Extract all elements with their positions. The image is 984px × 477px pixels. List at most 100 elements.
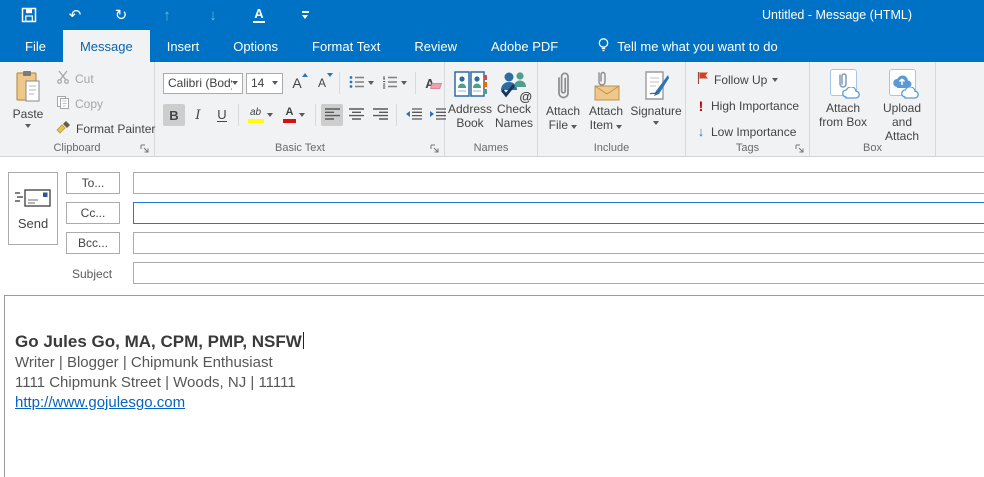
font-name-caret-icon: [232, 81, 238, 85]
bold-button[interactable]: B: [163, 104, 185, 126]
underline-button[interactable]: U: [211, 104, 233, 126]
bcc-input[interactable]: [133, 232, 984, 254]
high-importance-button[interactable]: ! High Importance: [692, 96, 803, 116]
font-color-qat-icon[interactable]: A: [248, 4, 270, 26]
cut-label: Cut: [75, 72, 94, 86]
numbering-caret-icon: [401, 81, 407, 85]
tell-me-box[interactable]: Tell me what you want to do: [597, 30, 777, 62]
attach-item-label-line2: Item: [590, 118, 613, 132]
align-center-button[interactable]: [345, 104, 367, 126]
cc-input[interactable]: [133, 202, 984, 224]
paperclip-icon: [554, 68, 572, 104]
font-name-select[interactable]: Calibri (Body): [163, 73, 243, 94]
clipboard-dialog-launcher-icon[interactable]: [140, 143, 150, 153]
follow-up-label: Follow Up: [714, 73, 767, 87]
align-left-icon: [325, 108, 340, 123]
cut-button[interactable]: Cut: [52, 68, 159, 89]
save-icon[interactable]: [18, 4, 40, 26]
names-group-label: Names: [445, 142, 537, 154]
copy-icon: [56, 95, 70, 112]
attach-file-caret-icon: [571, 125, 577, 129]
decrease-indent-button[interactable]: [402, 104, 424, 126]
low-importance-icon: ↓: [696, 124, 706, 139]
text-highlight-button[interactable]: ab: [244, 104, 276, 126]
redo-icon[interactable]: ↻: [110, 4, 132, 26]
font-color-button[interactable]: A: [278, 104, 310, 126]
basic-text-group-label: Basic Text: [156, 142, 444, 154]
high-importance-icon: !: [696, 98, 706, 114]
signature-link[interactable]: http://www.gojulesgo.com: [15, 393, 185, 413]
align-left-button[interactable]: [321, 104, 343, 126]
message-body-editor[interactable]: Go Jules Go, MA, CPM, PMP, NSFW Writer |…: [4, 295, 984, 477]
tab-insert[interactable]: Insert: [150, 30, 217, 62]
font-color-icon: A: [283, 107, 296, 123]
bcc-button[interactable]: Bcc...: [66, 232, 120, 254]
quick-access-toolbar: ↶ ↻ ↑ ↓ A: [0, 4, 316, 26]
tab-message[interactable]: Message: [63, 30, 150, 62]
attach-from-box-label-line1: Attach: [826, 101, 860, 115]
signature-button[interactable]: Signature: [628, 64, 684, 125]
tab-options[interactable]: Options: [216, 30, 295, 62]
decrease-indent-icon: [405, 108, 422, 123]
signature-icon: [642, 68, 670, 104]
font-size-select[interactable]: 14: [246, 73, 283, 94]
tab-review[interactable]: Review: [397, 30, 474, 62]
cc-button[interactable]: Cc...: [66, 202, 120, 224]
attach-item-button[interactable]: Attach Item: [585, 64, 627, 132]
signature-line-3: 1111 Chipmunk Street | Woods, NJ | 11111: [15, 373, 984, 393]
basic-text-dialog-launcher-icon[interactable]: [430, 143, 440, 153]
align-right-button[interactable]: [369, 104, 391, 126]
numbering-icon: [382, 75, 398, 92]
window-title: Untitled - Message (HTML): [762, 8, 912, 22]
to-button[interactable]: To...: [66, 172, 120, 194]
align-center-icon: [349, 108, 364, 123]
text-highlight-caret-icon: [267, 113, 273, 117]
upload-and-attach-label-line2: and Attach: [874, 115, 930, 143]
upload-and-attach-button[interactable]: Upload and Attach: [874, 65, 930, 143]
bullets-button[interactable]: [346, 72, 376, 94]
check-names-label-line2: Names: [495, 116, 533, 130]
italic-button[interactable]: I: [187, 104, 209, 126]
increase-indent-icon: [429, 108, 446, 123]
paste-icon: [13, 70, 43, 107]
address-book-button[interactable]: Address Book: [448, 64, 492, 130]
align-right-icon: [373, 108, 388, 123]
send-icon: [14, 187, 52, 209]
clear-formatting-button[interactable]: A: [422, 72, 444, 94]
font-size-value: 14: [251, 76, 264, 90]
attach-file-button[interactable]: Attach File: [542, 64, 584, 132]
paste-label: Paste: [13, 107, 44, 121]
follow-up-button[interactable]: Follow Up: [692, 69, 803, 90]
next-item-icon[interactable]: ↓: [202, 4, 224, 26]
send-button[interactable]: Send: [8, 172, 58, 245]
tab-adobe-pdf[interactable]: Adobe PDF: [474, 30, 575, 62]
grow-font-button[interactable]: A: [286, 72, 308, 94]
send-label: Send: [18, 216, 48, 231]
tags-dialog-launcher-icon[interactable]: [795, 143, 805, 153]
include-group-label: Include: [538, 142, 685, 154]
paste-button[interactable]: Paste: [6, 66, 50, 138]
to-input[interactable]: [133, 172, 984, 194]
clear-formatting-eraser-icon: [430, 83, 442, 89]
customize-qat-icon[interactable]: [294, 4, 316, 26]
bullets-icon: [349, 75, 365, 92]
format-painter-button[interactable]: Format Painter: [52, 118, 159, 139]
box-group-label: Box: [810, 142, 935, 154]
include-group: Attach File Attach Item Signature Includ…: [538, 62, 686, 156]
low-importance-button[interactable]: ↓ Low Importance: [692, 122, 803, 141]
upload-and-attach-label-line1: Upload: [883, 101, 921, 115]
signature-label: Signature: [630, 104, 681, 118]
tab-file[interactable]: File: [8, 30, 63, 62]
undo-icon[interactable]: ↶: [64, 4, 86, 26]
text-cursor: [303, 332, 305, 349]
copy-button[interactable]: Copy: [52, 93, 159, 114]
shrink-font-button[interactable]: A: [311, 72, 333, 94]
attach-from-box-icon: [830, 69, 857, 96]
format-painter-icon: [56, 120, 71, 137]
numbering-button[interactable]: [379, 72, 409, 94]
tab-format-text[interactable]: Format Text: [295, 30, 397, 62]
subject-input[interactable]: [133, 262, 984, 284]
attach-from-box-button[interactable]: Attach from Box: [816, 65, 870, 129]
check-names-button[interactable]: @ Check Names: [493, 64, 535, 130]
previous-item-icon[interactable]: ↑: [156, 4, 178, 26]
